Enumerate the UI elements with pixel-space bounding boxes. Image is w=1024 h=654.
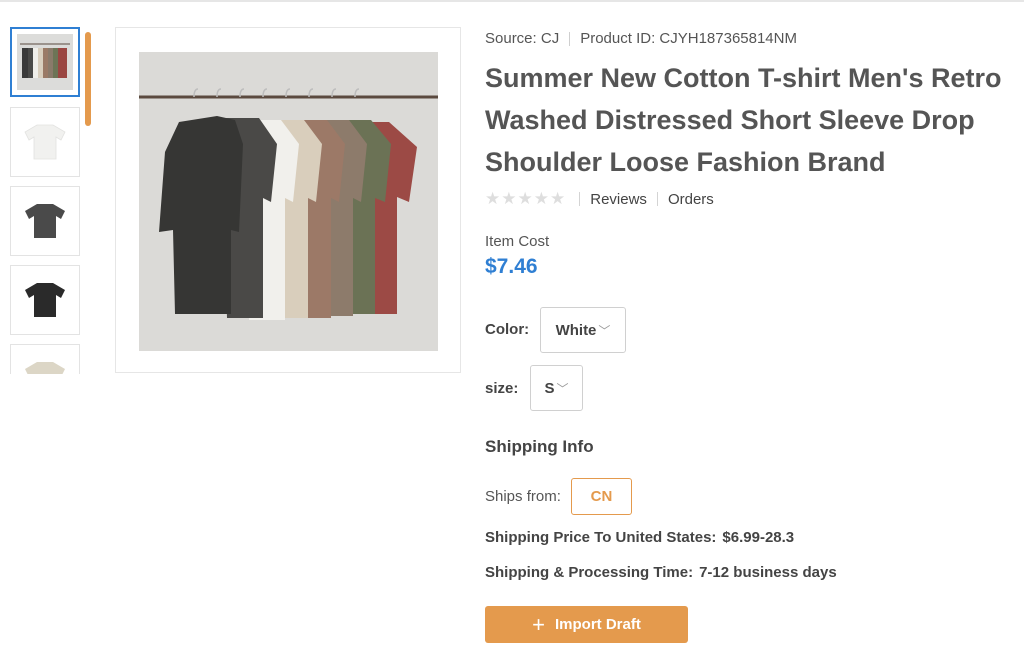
top-divider bbox=[0, 0, 1024, 2]
star-rating: ★ ★ ★ ★ ★ bbox=[485, 190, 565, 208]
product-id-label: Product ID: CJYH187365814NM bbox=[580, 30, 797, 47]
reviews-link[interactable]: Reviews bbox=[590, 191, 647, 208]
shipping-price-row: Shipping Price To United States: $6.99-28… bbox=[485, 529, 794, 546]
main-product-image bbox=[115, 27, 461, 373]
size-label: size: bbox=[485, 380, 519, 397]
black-tshirt-icon bbox=[25, 283, 65, 317]
thumbnail-scrollbar[interactable] bbox=[85, 32, 91, 374]
item-cost-label: Item Cost bbox=[485, 233, 550, 250]
shipping-time-value: 7-12 business days bbox=[699, 564, 837, 581]
thumbnail-scrollbar-handle[interactable] bbox=[85, 32, 91, 126]
size-select-value: S bbox=[544, 379, 555, 397]
star-icon: ★ bbox=[485, 189, 501, 208]
orders-link[interactable]: Orders bbox=[668, 191, 714, 208]
thumbnail-list[interactable] bbox=[10, 27, 82, 374]
beige-tshirt-icon bbox=[25, 362, 65, 374]
ships-from-label: Ships from: bbox=[485, 488, 561, 505]
shipping-price-label: Shipping Price To United States: bbox=[485, 529, 717, 546]
import-draft-label: Import Draft bbox=[555, 616, 641, 633]
color-select-value: White bbox=[555, 321, 597, 339]
source-label: Source: CJ bbox=[485, 30, 560, 47]
color-select[interactable]: White ﹀ bbox=[540, 307, 626, 353]
product-title: Summer New Cotton T-shirt Men's Retro Wa… bbox=[485, 63, 1002, 177]
thumbnail-beige[interactable] bbox=[10, 344, 80, 374]
meta-divider bbox=[569, 31, 571, 46]
star-icon: ★ bbox=[501, 189, 517, 208]
thumbnail-rack[interactable] bbox=[10, 27, 80, 97]
shipping-time-row: Shipping & Processing Time: 7-12 business… bbox=[485, 564, 837, 581]
product-photo bbox=[139, 52, 438, 351]
rating-divider bbox=[579, 192, 581, 206]
ships-from-option[interactable]: CN bbox=[571, 478, 632, 515]
import-draft-button[interactable]: + Import Draft bbox=[485, 606, 688, 643]
star-icon: ★ bbox=[517, 189, 533, 208]
rating-divider bbox=[656, 192, 658, 206]
product-meta: Source: CJ Product ID: CJYH187365814NM bbox=[485, 30, 797, 47]
chevron-down-icon: ﹀ bbox=[556, 381, 569, 396]
shipping-price-value: $6.99-28.3 bbox=[722, 529, 795, 546]
shipping-time-label: Shipping & Processing Time: bbox=[485, 564, 694, 581]
tshirt-rack-thumbnail-icon bbox=[17, 34, 73, 90]
item-price: $7.46 bbox=[485, 255, 538, 278]
tshirt-rack-photo-icon bbox=[139, 52, 438, 351]
dark-gray-tshirt-icon bbox=[25, 204, 65, 238]
star-icon: ★ bbox=[533, 189, 549, 208]
thumbnail-black[interactable] bbox=[10, 265, 80, 335]
white-tshirt-icon bbox=[24, 124, 66, 160]
rating-row: ★ ★ ★ ★ ★ Reviews Orders bbox=[485, 190, 714, 208]
star-icon: ★ bbox=[550, 189, 566, 208]
size-select[interactable]: S ﹀ bbox=[530, 365, 583, 411]
shipping-info-title: Shipping Info bbox=[485, 437, 594, 456]
chevron-down-icon: ﹀ bbox=[598, 323, 611, 338]
color-label: Color: bbox=[485, 321, 530, 338]
thumbnail-dark-gray[interactable] bbox=[10, 186, 80, 256]
plus-icon: + bbox=[532, 611, 545, 637]
thumbnail-white[interactable] bbox=[10, 107, 80, 177]
